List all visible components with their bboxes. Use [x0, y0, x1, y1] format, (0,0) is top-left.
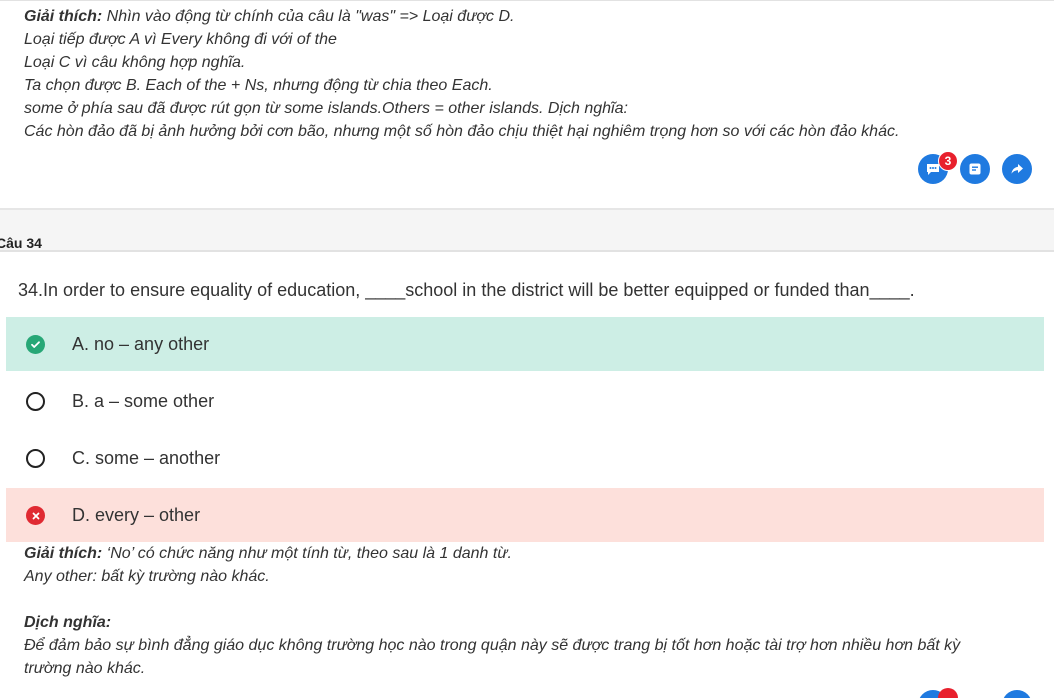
explanation-line: Loại C vì câu không hợp nghĩa.: [24, 54, 246, 71]
translation-line: trường nào khác.: [24, 660, 146, 677]
question-text: 34.In order to ensure equality of educat…: [18, 280, 915, 300]
option-label: B. a – some other: [72, 390, 215, 411]
check-icon: [26, 335, 45, 354]
translation-label: Dịch nghĩa:: [24, 611, 960, 634]
cross-icon: [26, 506, 45, 525]
explanation-line: Ta chọn được B. Each of the + Ns, nhưng …: [24, 77, 493, 94]
explanation-line: Các hòn đảo đã bị ảnh hưởng bởi cơn bão,…: [24, 123, 900, 140]
explanation-label: Giải thích:: [24, 8, 103, 25]
explanation-first-line: Giải thích: ‘No’ có chức năng như một tí…: [24, 542, 960, 565]
option-label: D. every – other: [72, 504, 201, 525]
share-arrow-icon: [1011, 164, 1023, 174]
question-number: Câu 34: [0, 235, 42, 251]
translation-label-text: Dịch nghĩa:: [24, 614, 112, 631]
translation-line: Để đảm bảo sự bình đẳng giáo dục không t…: [24, 637, 961, 654]
bottom-explanation-text: Giải thích: ‘No’ có chức năng như một tí…: [24, 542, 960, 680]
explanation-line: Loại tiếp được A vì Every không đi với o…: [24, 31, 337, 48]
explanation-line: Any other: bất kỳ trường nào khác.: [24, 568, 270, 585]
share-button[interactable]: [1002, 154, 1032, 184]
question-header-band: Câu 34: [0, 208, 1054, 252]
share-button-next[interactable]: [1002, 690, 1032, 698]
explanation-first-text: Nhìn vào động từ chính của câu là "was" …: [102, 8, 515, 25]
top-explanation-text: Giải thích: Nhìn vào động từ chính của c…: [24, 5, 899, 143]
comment-count-badge-next: [938, 688, 958, 698]
explanation-first-text: ‘No’ có chức năng như một tính từ, theo …: [102, 545, 512, 562]
note-icon: [969, 163, 981, 175]
option-label: A. no – any other: [72, 333, 210, 354]
option-d[interactable]: D. every – other: [6, 488, 1044, 542]
explanation-line: some ở phía sau đã được rút gọn từ some …: [24, 100, 628, 117]
option-a[interactable]: A. no – any other: [6, 317, 1044, 371]
option-label: C. some – another: [72, 447, 221, 468]
comment-count-badge: 3: [938, 151, 958, 171]
explanation-first-line: Giải thích: Nhìn vào động từ chính của c…: [24, 5, 899, 28]
top-explanation-panel: Giải thích: Nhìn vào động từ chính của c…: [0, 0, 1054, 208]
option-b[interactable]: B. a – some other: [6, 374, 1044, 428]
explanation-label: Giải thích:: [24, 545, 103, 562]
radio-button[interactable]: [26, 392, 45, 411]
note-button[interactable]: [960, 154, 990, 184]
radio-button[interactable]: [26, 449, 45, 468]
option-c[interactable]: C. some – another: [6, 431, 1044, 485]
